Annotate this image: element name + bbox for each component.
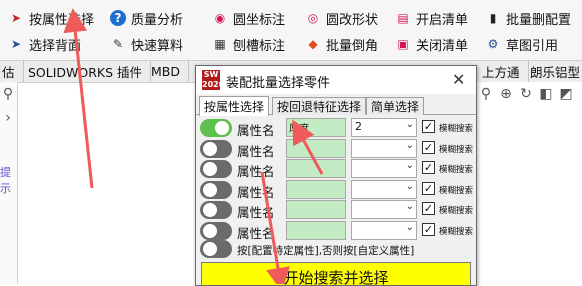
filter-icon[interactable]: ⚲ — [0, 86, 16, 102]
row-enable-toggle[interactable] — [200, 180, 232, 199]
attribute-row: 属性名 ⌄ ✓ 模糊搜索 — [196, 199, 476, 221]
zoom-icon[interactable]: ⚲ — [478, 86, 494, 102]
view-orientation-icon[interactable]: ◩ — [558, 86, 574, 102]
grid-icon: ▦ — [214, 37, 226, 51]
section-view-icon[interactable]: ◧ — [538, 86, 554, 102]
chevron-down-icon: ⌄ — [405, 180, 414, 192]
property-name-input[interactable] — [286, 220, 346, 240]
property-value-select[interactable]: ⌄ — [351, 179, 417, 199]
circle-coordinate-button[interactable]: ◉ 圆坐标注 — [212, 8, 285, 28]
close-list-button[interactable]: ▣ 关闭清单 — [395, 34, 468, 54]
circle-mark-icon: ◉ — [214, 11, 226, 25]
attribute-name-label: 属性名 — [237, 143, 275, 159]
start-search-button[interactable]: 开始搜索并选择 — [201, 262, 471, 285]
attribute-name-label: 属性名 — [237, 205, 275, 220]
fuzzy-search-label: 模糊搜索 — [439, 206, 474, 216]
solidworks-logo-icon: SW 2020 — [202, 70, 225, 90]
circle-modify-button[interactable]: ◎ 圆改形状 — [305, 8, 378, 28]
tab-solidworks-addins[interactable]: SOLIDWORKS 插件 — [20, 61, 152, 82]
property-name-input[interactable] — [286, 159, 346, 178]
quick-calc-button[interactable]: ✎ 快速算料 — [110, 34, 183, 54]
batch-chamfer-button[interactable]: ◆ 批量倒角 — [305, 34, 378, 54]
property-value-select[interactable]: ⌄ — [351, 138, 417, 158]
fuzzy-search-checkbox[interactable]: ✓ — [422, 120, 435, 133]
fuzzy-search-label: 模糊搜索 — [439, 226, 474, 237]
tab-by-rollback-feature[interactable]: 按回退特征选择 — [272, 97, 367, 115]
select-back-button[interactable]: ➤ 选择背面 — [8, 34, 81, 54]
command-ribbon: ➤ 按属性选择 ? 质量分析 ◉ 圆坐标注 ◎ 圆改形状 ▤ 开启清单 ▮ 批量… — [0, 0, 582, 60]
sketch-reference-button[interactable]: ⚙ 草图引用 — [485, 34, 558, 54]
attribute-row: 属性名 ⌄ ✓ 模糊搜索 — [196, 138, 476, 160]
view-toolbar: ⚲ ⊕ ↻ ◧ ◩ — [474, 82, 582, 284]
mass-analysis-button[interactable]: ? 质量分析 — [110, 8, 183, 28]
attribute-name-label: 属性名 — [237, 164, 275, 179]
hint-text: 提示 — [0, 166, 11, 195]
cursor-arrow-icon: ➤ — [10, 37, 22, 51]
row-enable-toggle[interactable] — [200, 160, 232, 178]
attribute-row: 属性名 厚度 2 ⌄ ✓ 模糊搜索 — [196, 117, 476, 139]
row-enable-toggle[interactable] — [200, 139, 232, 158]
tab-by-property[interactable]: 按属性选择 — [199, 96, 270, 116]
dialog-titlebar: SW 2020 装配批量选择零件 ✕ — [196, 66, 476, 94]
fuzzy-search-checkbox[interactable]: ✓ — [422, 181, 435, 195]
property-name-input[interactable] — [286, 200, 346, 219]
fuzzy-search-label: 模糊搜索 — [439, 124, 474, 134]
config-toggle[interactable] — [200, 240, 232, 258]
zoom-area-icon[interactable]: ⊕ — [498, 86, 514, 102]
drawing-reference-icon: ⚙ — [487, 37, 499, 51]
edit-pencil-icon: ✎ — [112, 37, 124, 51]
property-name-input[interactable] — [286, 179, 346, 199]
fuzzy-search-label: 模糊搜索 — [439, 165, 474, 175]
tab-langle-profile[interactable]: 朗乐铝型 — [522, 61, 582, 82]
groove-annotation-button[interactable]: ▦ 刨槽标注 — [212, 34, 285, 54]
select-by-property-button[interactable]: ➤ 按属性选择 — [8, 8, 94, 28]
batch-delete-config-button[interactable]: ▮ 批量删配置 — [485, 8, 571, 28]
close-list-icon: ▣ — [397, 37, 409, 51]
chevron-down-icon: ⌄ — [405, 119, 414, 130]
attribute-row: 属性名 ⌄ ✓ 模糊搜索 — [196, 179, 476, 201]
attribute-name-label: 属性名 — [237, 184, 275, 200]
config-row: 按[配置特定属性],否则按[自定义属性] — [196, 238, 476, 260]
open-list-icon: ▤ — [397, 11, 409, 25]
left-tool-strip: ⚲ › 提示 — [0, 82, 18, 284]
tab-shangfangtong[interactable]: 上方通 — [474, 61, 529, 82]
fuzzy-search-label: 模糊搜索 — [439, 185, 474, 196]
batch-select-dialog: SW 2020 装配批量选择零件 ✕ 按属性选择 按回退特征选择 简单选择 属性名… — [195, 65, 477, 286]
circle-modify-icon: ◎ — [307, 11, 319, 25]
attribute-name-label: 属性名 — [237, 123, 275, 138]
fuzzy-search-checkbox[interactable]: ✓ — [422, 161, 435, 174]
dialog-tabs: 按属性选择 按回退特征选择 简单选择 — [196, 96, 476, 116]
chevron-down-icon: ⌄ — [405, 221, 414, 233]
property-name-input[interactable] — [286, 138, 346, 158]
row-enable-toggle[interactable] — [200, 201, 232, 219]
fuzzy-search-checkbox[interactable]: ✓ — [422, 202, 435, 215]
row-enable-toggle[interactable] — [200, 119, 232, 137]
close-icon[interactable]: ✕ — [452, 70, 465, 89]
chamfer-icon: ◆ — [308, 37, 318, 51]
property-name-input[interactable]: 厚度 — [286, 118, 346, 137]
chevron-down-icon: ⌄ — [405, 139, 414, 151]
help-circle-icon: ? — [110, 10, 126, 26]
chevron-right-icon[interactable]: › — [0, 110, 16, 126]
config-label: 按[配置特定属性],否则按[自定义属性] — [237, 245, 415, 257]
chevron-down-icon: ⌄ — [405, 201, 414, 212]
property-value: 2 — [355, 120, 362, 133]
trash-icon: ▮ — [489, 11, 497, 25]
property-value-select[interactable]: ⌄ — [351, 159, 417, 178]
tab-simple-select[interactable]: 简单选择 — [366, 97, 425, 115]
dialog-title: 装配批量选择零件 — [226, 76, 331, 91]
fuzzy-search-label: 模糊搜索 — [439, 144, 474, 155]
open-list-button[interactable]: ▤ 开启清单 — [395, 8, 468, 28]
row-enable-toggle[interactable] — [200, 221, 232, 240]
rotate-icon[interactable]: ↻ — [518, 86, 534, 102]
fuzzy-search-checkbox[interactable]: ✓ — [422, 222, 435, 236]
fuzzy-search-checkbox[interactable]: ✓ — [422, 140, 435, 154]
property-value-select[interactable]: 2 ⌄ — [351, 118, 417, 137]
property-value-select[interactable]: ⌄ — [351, 220, 417, 240]
tab-mbd[interactable]: MBD — [143, 61, 189, 82]
property-value-select[interactable]: ⌄ — [351, 200, 417, 219]
chevron-down-icon: ⌄ — [405, 160, 414, 171]
cursor-arrow-icon: ➤ — [10, 11, 22, 25]
attribute-row: 属性名 ⌄ ✓ 模糊搜索 — [196, 158, 476, 180]
